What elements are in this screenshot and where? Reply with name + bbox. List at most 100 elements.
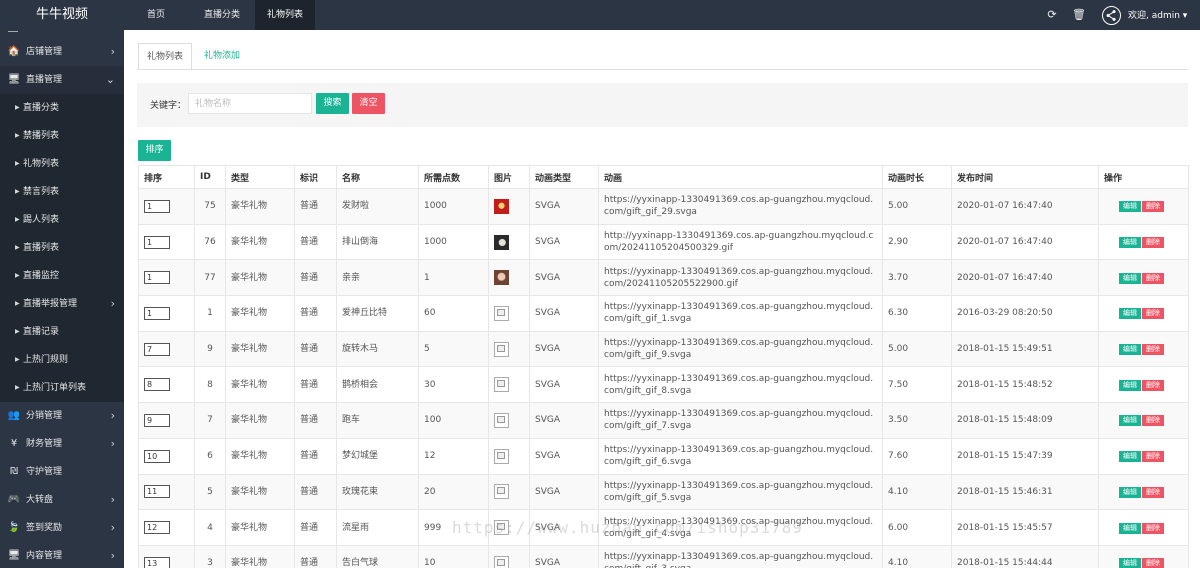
delete-button[interactable]: 删除 bbox=[1142, 344, 1164, 356]
sort-button[interactable]: 排序 bbox=[138, 140, 171, 161]
sidebar-subitem[interactable]: ▶ 直播记录 bbox=[0, 318, 124, 346]
nav-tab-live-category[interactable]: 直播分类 bbox=[192, 0, 252, 30]
edit-button[interactable]: 编辑 bbox=[1119, 451, 1141, 463]
sidebar-subitem[interactable]: ▶ 禁播列表 bbox=[0, 122, 124, 150]
sidebar-item-leaf[interactable]: 🍃 签到奖励 › bbox=[0, 514, 124, 542]
trash-icon[interactable]: 🗑 bbox=[1072, 8, 1086, 22]
edit-button[interactable]: 编辑 bbox=[1119, 415, 1141, 427]
gift-name: 玫瑰花束 bbox=[336, 473, 419, 511]
watermark: https://www.huzhan.com/ishop31789 bbox=[452, 518, 803, 537]
sidebar-subitem[interactable]: ▶ 直播监控 bbox=[0, 262, 124, 290]
sort-order-input[interactable] bbox=[144, 342, 170, 356]
animation-url: https://yyxinapp-1330491369.cos.ap-guang… bbox=[598, 437, 883, 475]
sort-order-input[interactable] bbox=[144, 485, 170, 499]
delete-button[interactable]: 删除 bbox=[1142, 451, 1164, 463]
gift-id: 8 bbox=[194, 366, 226, 404]
sidebar-item-gamepad[interactable]: 🎮 大转盘 › bbox=[0, 486, 124, 514]
gift-type: 豪华礼物 bbox=[225, 402, 295, 439]
sidebar-item-users[interactable]: 👥 分销管理 › bbox=[0, 402, 124, 430]
sort-order-input[interactable] bbox=[144, 556, 170, 568]
broken-image-icon bbox=[494, 377, 509, 393]
sidebar-item-label: 分销管理 bbox=[26, 411, 63, 421]
clear-button[interactable]: 清空 bbox=[352, 93, 385, 114]
sort-order-input[interactable] bbox=[144, 413, 170, 427]
table-row: 76豪华礼物普通排山倒海1000 SVGAhttp://yyxinapp-1330… bbox=[138, 223, 1189, 261]
nav-tab-home[interactable]: 首页 bbox=[134, 0, 178, 30]
sidebar-subitem[interactable]: ▶ 直播列表 bbox=[0, 234, 124, 262]
gift-id: 76 bbox=[194, 223, 226, 261]
gift-table: 排序ID类型标识名称所需点数图片动画类型动画动画时长发布时间操作 75豪华礼物普… bbox=[138, 165, 1189, 568]
actions-cell: 编辑 删除 bbox=[1098, 402, 1189, 439]
sidebar-subitem[interactable]: ▶ 直播举报管理 › bbox=[0, 290, 124, 318]
sort-order-input[interactable] bbox=[144, 235, 170, 249]
delete-button[interactable]: 删除 bbox=[1142, 272, 1164, 284]
gift-mark: 普通 bbox=[294, 330, 337, 368]
sidebar-subitem[interactable]: ▶ 直播分类 bbox=[0, 94, 124, 122]
gift-points: 20 bbox=[418, 473, 489, 511]
gift-mark: 普通 bbox=[294, 223, 337, 261]
delete-button[interactable]: 删除 bbox=[1142, 558, 1164, 568]
edit-button[interactable]: 编辑 bbox=[1119, 308, 1141, 320]
gift-type: 豪华礼物 bbox=[225, 295, 295, 332]
delete-button[interactable]: 删除 bbox=[1142, 379, 1164, 391]
sidebar-item-shield[interactable]: ₪ 守护管理 bbox=[0, 458, 124, 486]
monitor-icon: 🖥 bbox=[7, 74, 21, 85]
delete-button[interactable]: 删除 bbox=[1142, 237, 1164, 249]
brand-logo[interactable]: 牛牛视频 bbox=[0, 0, 124, 30]
column-header: 图片 bbox=[488, 165, 530, 189]
delete-button[interactable]: 删除 bbox=[1142, 201, 1164, 213]
table-row: 75豪华礼物普通发财啦1000 SVGAhttps://yyxinapp-1330… bbox=[138, 188, 1189, 225]
delete-button[interactable]: 删除 bbox=[1142, 522, 1164, 534]
tab-gift-list[interactable]: 礼物列表 bbox=[138, 43, 192, 70]
edit-button[interactable]: 编辑 bbox=[1119, 558, 1141, 568]
image-cell bbox=[488, 295, 530, 332]
sidebar-item-monitor[interactable]: 🖥 直播管理 ⌄ bbox=[0, 66, 124, 94]
gift-name: 跑车 bbox=[336, 402, 419, 439]
table-row: 3豪华礼物普通告白气球10 SVGAhttps://yyxinapp-133049… bbox=[138, 544, 1189, 568]
user-menu[interactable]: 欢迎, admin ▾ bbox=[1128, 0, 1187, 32]
tab-gift-add[interactable]: 礼物添加 bbox=[196, 43, 248, 70]
share-avatar-icon[interactable] bbox=[1102, 6, 1121, 25]
nav-tab-gift-list[interactable]: 礼物列表 bbox=[255, 0, 315, 30]
delete-button[interactable]: 删除 bbox=[1142, 308, 1164, 320]
sidebar-item-desktop[interactable]: 🖥 内容管理 › bbox=[0, 542, 124, 568]
sidebar-subitem[interactable]: ▶ 禁言列表 bbox=[0, 178, 124, 206]
search-button[interactable]: 搜索 bbox=[316, 93, 349, 114]
delete-button[interactable]: 删除 bbox=[1142, 415, 1164, 427]
sidebar-subitem[interactable]: ▶ 礼物列表 bbox=[0, 150, 124, 178]
publish-time: 2018-01-15 15:49:51 bbox=[951, 330, 1099, 368]
gift-id: 5 bbox=[194, 473, 226, 511]
sort-order-input[interactable] bbox=[144, 271, 170, 285]
animation-url: https://yyxinapp-1330491369.cos.ap-guang… bbox=[598, 295, 883, 332]
sidebar-item-label: 内容管理 bbox=[26, 551, 63, 561]
refresh-icon[interactable]: ⟳ bbox=[1045, 8, 1059, 22]
chevron-icon: › bbox=[110, 521, 115, 534]
sidebar-subitem[interactable]: ▶ 踢人列表 bbox=[0, 206, 124, 234]
publish-time: 2020-01-07 16:47:40 bbox=[951, 259, 1099, 297]
edit-button[interactable]: 编辑 bbox=[1119, 486, 1141, 498]
sidebar-subitem-label: 直播记录 bbox=[23, 327, 60, 337]
sort-order-input[interactable] bbox=[144, 199, 170, 213]
sidebar-item-yen[interactable]: ¥ 财务管理 › bbox=[0, 430, 124, 458]
animation-duration: 4.10 bbox=[882, 473, 952, 511]
sort-order-input[interactable] bbox=[144, 449, 170, 463]
delete-button[interactable]: 删除 bbox=[1142, 486, 1164, 498]
edit-button[interactable]: 编辑 bbox=[1119, 237, 1141, 249]
top-bar: 牛牛视频 首页 直播分类 礼物列表 ⟳ 🗑 欢迎, admin ▾ bbox=[0, 0, 1200, 30]
edit-button[interactable]: 编辑 bbox=[1119, 272, 1141, 284]
bullet-icon: ▶ bbox=[15, 216, 20, 223]
sort-order-input[interactable] bbox=[144, 521, 170, 535]
edit-button[interactable]: 编辑 bbox=[1119, 201, 1141, 213]
edit-button[interactable]: 编辑 bbox=[1119, 522, 1141, 534]
sidebar-subitem-label: 礼物列表 bbox=[23, 159, 60, 169]
sidebar-item-store[interactable]: 🏠 店铺管理 › bbox=[0, 38, 124, 66]
sidebar-subitem-label: 直播分类 bbox=[23, 103, 60, 113]
sidebar-subitem[interactable]: ▶ 上热门订单列表 bbox=[0, 374, 124, 402]
keyword-input[interactable] bbox=[188, 93, 312, 114]
edit-button[interactable]: 编辑 bbox=[1119, 379, 1141, 391]
animation-url: https://yyxinapp-1330491369.cos.ap-guang… bbox=[598, 259, 883, 297]
edit-button[interactable]: 编辑 bbox=[1119, 344, 1141, 356]
sort-order-input[interactable] bbox=[144, 306, 170, 320]
sidebar-subitem[interactable]: ▶ 上热门规则 bbox=[0, 346, 124, 374]
sort-order-input[interactable] bbox=[144, 378, 170, 392]
